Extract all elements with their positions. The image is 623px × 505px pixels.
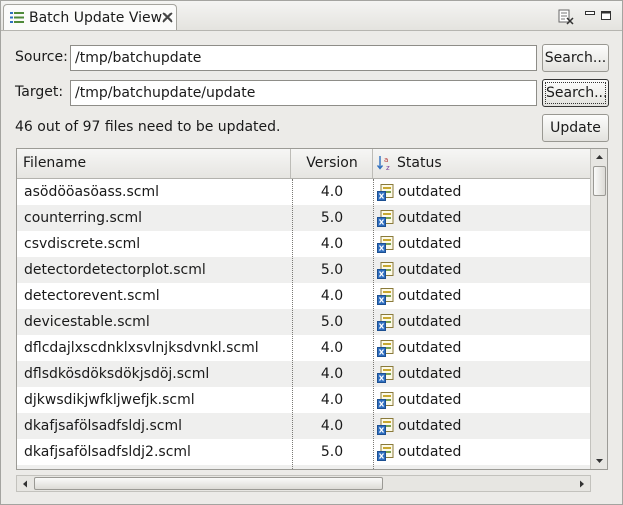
cell-status: outdated bbox=[398, 288, 462, 304]
cell-filename: asödööasöass.scml bbox=[24, 184, 160, 200]
cell-status: outdated bbox=[398, 418, 462, 434]
target-field[interactable]: /tmp/batchupdate/update bbox=[70, 80, 537, 106]
close-icon[interactable] bbox=[162, 12, 173, 23]
table-row[interactable]: devicestable.scml 5.0 outdated bbox=[17, 309, 590, 335]
view-content: Source: /tmp/batchupdate Search... Targe… bbox=[2, 31, 622, 503]
table-row[interactable]: counterring.scml 5.0 outdated bbox=[17, 205, 590, 231]
source-field[interactable]: /tmp/batchupdate bbox=[70, 45, 537, 71]
view-menu-icon[interactable] bbox=[558, 9, 574, 25]
vertical-scrollbar[interactable] bbox=[590, 149, 607, 469]
column-header-filename[interactable]: Filename bbox=[17, 149, 291, 178]
outdated-file-icon bbox=[377, 392, 394, 409]
cell-version: 5.0 bbox=[320, 262, 344, 278]
list-view-icon bbox=[10, 12, 24, 23]
column-header-status[interactable]: a z Status bbox=[373, 149, 590, 178]
batch-update-view: Batch Update View Source: /tmp/batchupda… bbox=[0, 0, 623, 505]
cell-status: outdated bbox=[398, 236, 462, 252]
scroll-right-icon[interactable] bbox=[574, 477, 589, 491]
cell-filename: djkwsdikjwfkljwefjk.scml bbox=[24, 392, 195, 408]
update-button[interactable]: Update bbox=[542, 114, 609, 142]
table-row[interactable]: dflcdajlxscdnklxsvlnjksdvnkl.scml 4.0 outd… bbox=[17, 335, 590, 361]
target-label: Target: bbox=[15, 84, 64, 100]
sort-alpha-icon: a z bbox=[377, 156, 390, 171]
column-header-version[interactable]: Version bbox=[292, 149, 373, 178]
svg-text:z: z bbox=[386, 164, 390, 171]
cell-filename: devicestable.scml bbox=[24, 314, 150, 330]
cell-version: 5.0 bbox=[320, 210, 344, 226]
outdated-file-icon bbox=[377, 184, 394, 201]
svg-text:a: a bbox=[384, 156, 388, 164]
table-row[interactable]: csvdiscrete.scml 4.0 outdated bbox=[17, 231, 590, 257]
outdated-file-icon bbox=[377, 236, 394, 253]
outdated-file-icon bbox=[377, 444, 394, 461]
table-header: Filename Version a z Status bbox=[17, 149, 590, 179]
cell-filename: dkafjsafölsadfsldj.scml bbox=[24, 418, 183, 434]
update-summary: 46 out of 97 files need to be updated. bbox=[15, 119, 281, 135]
outdated-file-icon bbox=[377, 262, 394, 279]
files-table[interactable]: Filename Version a z Status asödööasöass… bbox=[16, 148, 608, 470]
cell-filename: counterring.scml bbox=[24, 210, 142, 226]
cell-version: 4.0 bbox=[320, 392, 344, 408]
vertical-scroll-thumb[interactable] bbox=[593, 166, 606, 196]
cell-filename: dflcdajlxscdnklxsvlnjksdvnkl.scml bbox=[24, 340, 259, 356]
cell-status: outdated bbox=[398, 340, 462, 356]
cell-filename: dkafjsafölsadfsldj3.scml bbox=[24, 465, 191, 469]
cell-filename: dkafjsafölsadfsldj2.scml bbox=[24, 444, 191, 460]
source-label: Source: bbox=[15, 49, 68, 65]
cell-version: 5.0 bbox=[292, 465, 372, 469]
cell-version: 4.0 bbox=[320, 366, 344, 382]
outdated-file-icon bbox=[377, 340, 394, 357]
cell-status: outdated bbox=[398, 314, 462, 330]
table-row[interactable]: asödööasöass.scml 4.0 outdated bbox=[17, 179, 590, 205]
horizontal-scrollbar[interactable] bbox=[16, 475, 591, 492]
horizontal-scroll-thumb[interactable] bbox=[34, 477, 383, 490]
tab-batch-update-view[interactable]: Batch Update View bbox=[3, 4, 177, 30]
cell-version: 5.0 bbox=[320, 444, 344, 460]
view-tabbar: Batch Update View bbox=[1, 1, 622, 31]
scroll-up-icon[interactable] bbox=[592, 150, 607, 165]
table-row[interactable]: dflsdkösdöksdökjsdöj.scml 4.0 outdated bbox=[17, 361, 590, 387]
column-divider bbox=[292, 179, 293, 469]
table-row[interactable]: dkafjsafölsadfsldj.scml 4.0 outdated bbox=[17, 413, 590, 439]
tab-title: Batch Update View bbox=[29, 10, 163, 26]
cell-status: outdated bbox=[398, 366, 462, 382]
cell-status: outdated bbox=[398, 184, 462, 200]
cell-filename: detectorevent.scml bbox=[24, 288, 160, 304]
cell-filename: detectordetectorplot.scml bbox=[24, 262, 206, 278]
target-search-button-label: Search... bbox=[545, 82, 607, 104]
minimize-icon[interactable] bbox=[585, 11, 595, 20]
cell-filename: csvdiscrete.scml bbox=[24, 236, 141, 252]
target-search-button[interactable]: Search... bbox=[542, 79, 609, 107]
table-row[interactable]: detectorevent.scml 4.0 outdated bbox=[17, 283, 590, 309]
cell-status: outdated bbox=[398, 465, 461, 469]
cell-version: 4.0 bbox=[320, 418, 344, 434]
cell-version: 4.0 bbox=[320, 288, 344, 304]
outdated-file-icon bbox=[377, 210, 394, 227]
cell-filename: dflsdkösdöksdökjsdöj.scml bbox=[24, 366, 210, 382]
table-body: asödööasöass.scml 4.0 outdated counterring.… bbox=[17, 179, 590, 469]
cell-version: 4.0 bbox=[320, 184, 344, 200]
maximize-icon[interactable] bbox=[601, 11, 611, 20]
cell-version: 5.0 bbox=[320, 314, 344, 330]
cell-version: 4.0 bbox=[320, 340, 344, 356]
column-header-status-label: Status bbox=[397, 155, 442, 171]
cell-status: outdated bbox=[398, 262, 462, 278]
table-row[interactable]: detectordetectorplot.scml 5.0 outdated bbox=[17, 257, 590, 283]
table-row[interactable]: dkafjsafölsadfsldj2.scml 5.0 outdated bbox=[17, 439, 590, 465]
outdated-file-icon bbox=[377, 288, 394, 305]
table-row[interactable]: djkwsdikjwfkljwefjk.scml 4.0 outdated bbox=[17, 387, 590, 413]
cell-status: outdated bbox=[398, 210, 462, 226]
table-row[interactable]: dkafjsafölsadfsldj3.scml 5.0 outdated bbox=[17, 465, 590, 469]
source-search-button[interactable]: Search... bbox=[542, 44, 609, 72]
cell-status: outdated bbox=[398, 392, 462, 408]
cell-version: 4.0 bbox=[320, 236, 344, 252]
outdated-file-icon bbox=[377, 366, 394, 383]
column-divider bbox=[373, 179, 374, 469]
outdated-file-icon bbox=[377, 314, 394, 331]
scroll-left-icon[interactable] bbox=[18, 477, 33, 491]
scroll-down-icon[interactable] bbox=[592, 453, 607, 468]
outdated-file-icon bbox=[377, 418, 394, 435]
cell-status: outdated bbox=[398, 444, 462, 460]
